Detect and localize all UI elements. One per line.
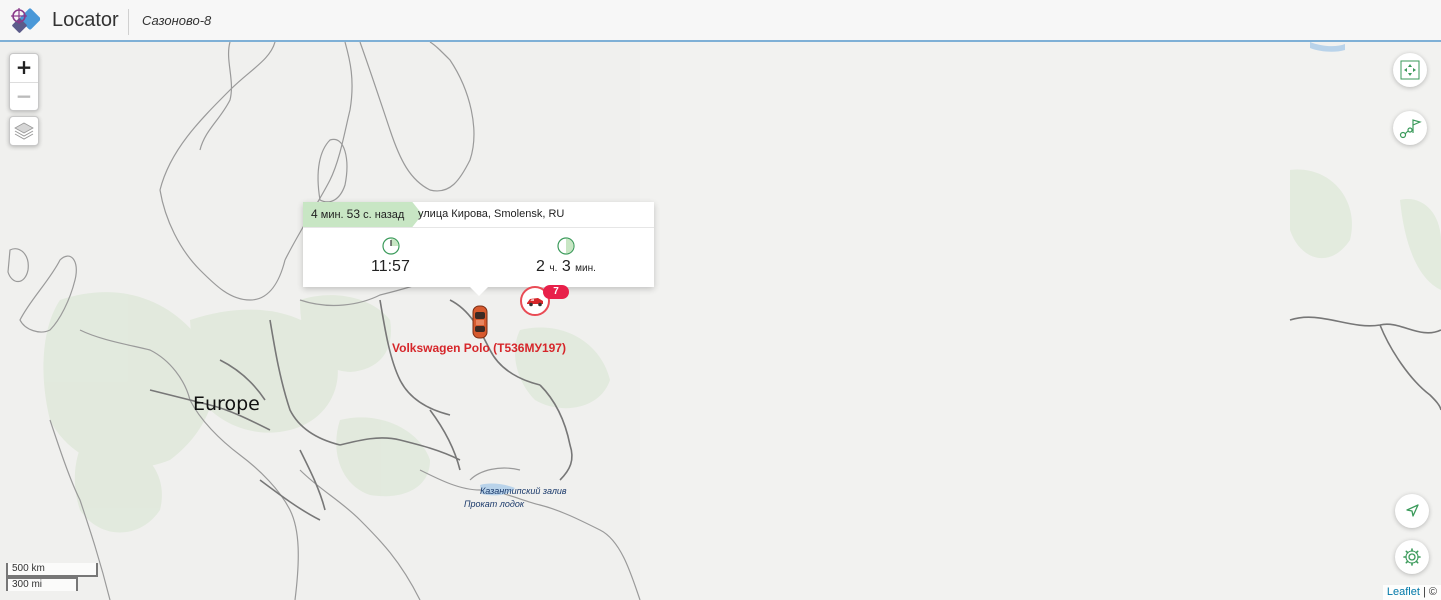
layers-button[interactable] — [9, 116, 39, 146]
popup-tip — [469, 286, 489, 296]
settings-button[interactable] — [1395, 540, 1429, 574]
sea-label-kazantip: Казантипский залив — [480, 486, 567, 496]
map-attribution: Leaflet | © — [1382, 585, 1441, 600]
vehicle-label[interactable]: Volkswagen Polo (Т536МУ197) — [392, 341, 566, 355]
map-scale: 500 km 300 mi — [6, 563, 98, 591]
title-divider — [128, 9, 129, 35]
app-header: Locator Сазоново-8 — [0, 0, 1441, 42]
map-base-layer — [0, 42, 1441, 600]
clock-icon — [382, 237, 400, 255]
route-flag-button[interactable] — [1393, 111, 1427, 145]
locator-logo-icon — [11, 8, 40, 33]
duration-icon — [557, 237, 575, 255]
attribution-rest: | © — [1422, 586, 1437, 598]
locate-arrow-icon — [1406, 504, 1419, 517]
duration-hours-unit: ч. — [549, 263, 558, 274]
scale-mi: 300 mi — [6, 577, 78, 591]
leaflet-link[interactable]: Leaflet — [1387, 586, 1420, 598]
popup-time: 11:57 — [371, 258, 410, 275]
route-flag-icon — [1399, 119, 1422, 139]
popup-address: улица Кирова, Smolensk, RU — [418, 208, 565, 220]
car-marker-icon[interactable] — [469, 304, 491, 340]
cluster-count-badge: 7 — [543, 285, 569, 299]
duration-hours: 2 — [536, 258, 545, 275]
settings-gear-icon — [1403, 548, 1421, 566]
zoom-control: + − — [9, 53, 39, 111]
scale-km: 500 km — [6, 563, 98, 577]
app-title: Locator — [52, 9, 119, 31]
ago-seconds: 53 — [346, 207, 361, 221]
ago-minutes: 4 — [311, 207, 318, 221]
region-label-europe: Europe — [193, 393, 260, 415]
popup-time-ago: 4 мин. 53 с. назад — [303, 202, 422, 227]
fit-bounds-button[interactable] — [1393, 53, 1427, 87]
ago-min-unit: мин. — [320, 209, 344, 221]
locate-button[interactable] — [1395, 494, 1429, 528]
ago-sec-unit: с. назад — [363, 209, 405, 221]
vehicle-popup[interactable]: 4 мин. 53 с. назад улица Кирова, Smolens… — [303, 202, 654, 287]
device-name[interactable]: Сазоново-8 — [142, 13, 211, 28]
popup-divider — [303, 227, 654, 228]
fit-bounds-icon — [1400, 60, 1420, 80]
popup-duration: 2 ч. 3 мин. — [536, 258, 596, 276]
map-canvas[interactable]: Europe Казантипский залив Прокат лодок 5… — [0, 42, 1441, 600]
layers-icon — [14, 122, 34, 140]
zoom-out-button[interactable]: − — [10, 82, 38, 110]
zoom-in-button[interactable]: + — [10, 54, 38, 82]
duration-minutes: 3 — [561, 258, 571, 275]
duration-minutes-unit: мин. — [575, 263, 596, 274]
sea-label-boat-rental: Прокат лодок — [464, 499, 525, 509]
